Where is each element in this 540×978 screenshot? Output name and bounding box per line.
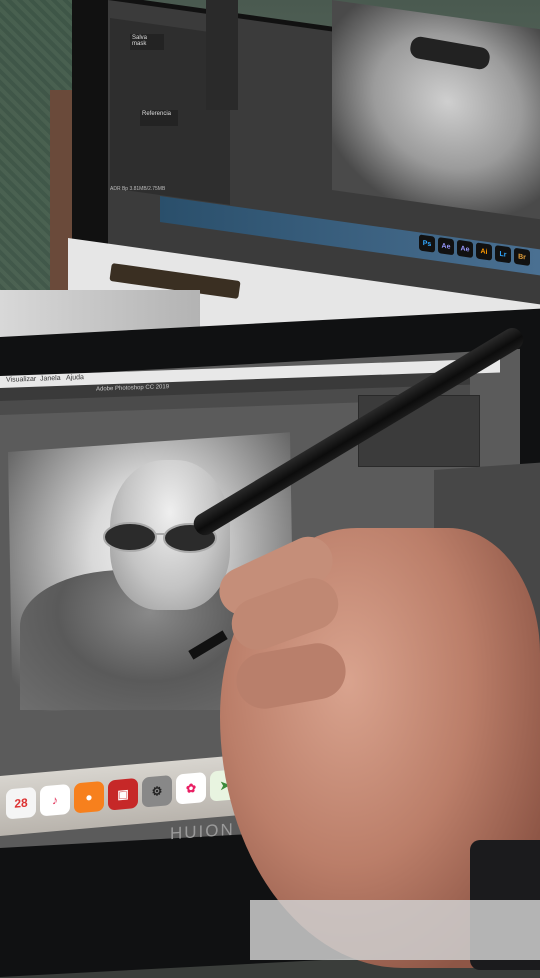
music-icon[interactable]: ♪ bbox=[40, 783, 70, 817]
upper-dock-icon-ae[interactable]: Ae bbox=[438, 237, 454, 256]
menu-ajuda[interactable]: Ajuda bbox=[66, 374, 84, 382]
upper-toolbar bbox=[206, 0, 238, 110]
photos-icon[interactable]: ✿ bbox=[176, 771, 206, 805]
panel-label-reference: Referencia bbox=[140, 110, 178, 126]
table-cloth bbox=[250, 900, 540, 960]
upper-dock-icon-ps[interactable]: Ps bbox=[419, 234, 435, 253]
calendar-icon[interactable]: 28 bbox=[6, 786, 36, 820]
firefox-icon[interactable]: ● bbox=[74, 780, 104, 814]
upper-dock-icon-br[interactable]: Br bbox=[514, 247, 530, 267]
menu-visualizar[interactable]: Visualizar bbox=[6, 376, 36, 384]
upper-dock-icon-ae[interactable]: Ae bbox=[457, 239, 473, 258]
upper-portrait-photo bbox=[332, 0, 540, 220]
settings-icon[interactable]: ⚙ bbox=[142, 774, 172, 808]
menu-janela[interactable]: Janela bbox=[40, 375, 61, 383]
app-title: Adobe Photoshop CC 2019 bbox=[96, 384, 170, 393]
upper-dock-icon-ai[interactable]: Ai bbox=[476, 242, 492, 261]
panel-label-mask: Salva mask bbox=[130, 34, 164, 50]
upper-status-bar: ADR Bp 3.81MB/2.75MB bbox=[110, 186, 166, 192]
upper-dock-icon-lr[interactable]: Lr bbox=[495, 245, 511, 264]
photo-booth-icon[interactable]: ▣ bbox=[108, 777, 138, 811]
